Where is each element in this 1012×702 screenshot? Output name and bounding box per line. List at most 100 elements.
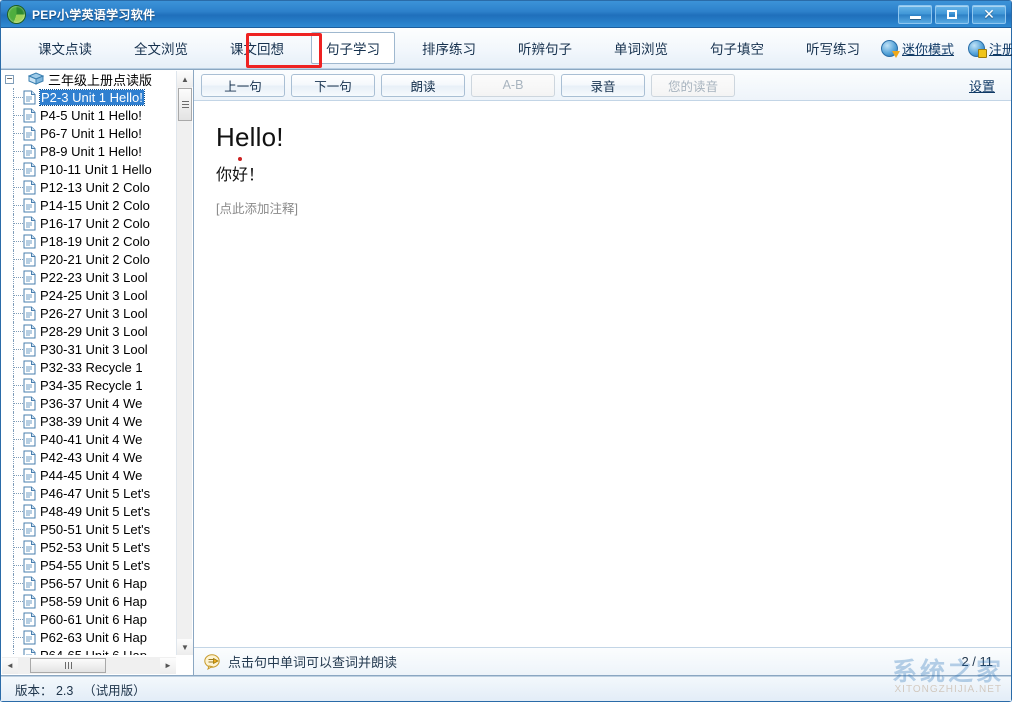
tree-item[interactable]: P8-9 Unit 1 Hello! xyxy=(1,142,176,160)
tree-item[interactable]: P14-15 Unit 2 Colo xyxy=(1,196,176,214)
tree-item[interactable]: P48-49 Unit 5 Let's xyxy=(1,502,176,520)
tree-item[interactable]: P6-7 Unit 1 Hello! xyxy=(1,124,176,142)
mini-mode-link[interactable]: 迷你模式 xyxy=(881,39,954,58)
app-logo-icon xyxy=(7,4,26,24)
tree-item[interactable]: P20-21 Unit 2 Colo xyxy=(1,250,176,268)
main-tab-bar: 课文点读 全文浏览 课文回想 句子学习 排序练习 听辨句子 单词浏览 句子填空 … xyxy=(1,28,1012,69)
tree-item-label: P14-15 Unit 2 Colo xyxy=(40,197,150,213)
tree-connector-line xyxy=(13,169,23,170)
tab-tingbianjuzi[interactable]: 听辨句子 xyxy=(503,32,587,64)
collapse-expander-icon[interactable]: − xyxy=(5,74,14,84)
sentence-english[interactable]: Hello! xyxy=(216,122,1011,153)
tab-quanwenliulan[interactable]: 全文浏览 xyxy=(119,32,203,64)
tree-item[interactable]: P2-3 Unit 1 Hello! xyxy=(1,88,176,106)
tree-connector-line xyxy=(13,133,23,134)
tree-item[interactable]: P10-11 Unit 1 Hello xyxy=(1,160,176,178)
tab-kewenhuixiang[interactable]: 课文回想 xyxy=(215,32,299,64)
settings-link[interactable]: 设置 xyxy=(969,76,995,95)
tree-item-label: P34-35 Recycle 1 xyxy=(40,377,143,393)
tree-item-list: P2-3 Unit 1 Hello! P4-5 Unit 1 Hello! P6-7… xyxy=(1,88,176,655)
tree-item[interactable]: P54-55 Unit 5 Let's xyxy=(1,556,176,574)
add-annotation-link[interactable]: [点此添加注释] xyxy=(216,198,1011,217)
tree-connector-line xyxy=(13,439,23,440)
tree-item[interactable]: P36-37 Unit 4 We xyxy=(1,394,176,412)
scroll-left-button[interactable]: ◄ xyxy=(2,657,18,674)
tree-item[interactable]: P18-19 Unit 2 Colo xyxy=(1,232,176,250)
application-window: PEP小学英语学习软件 ✕ 课文点读 全文浏览 课文回想 句子学习 排序练习 听… xyxy=(0,0,1012,702)
scroll-up-button[interactable]: ▲ xyxy=(177,71,193,87)
tree-item[interactable]: P52-53 Unit 5 Let's xyxy=(1,538,176,556)
vertical-scroll-thumb[interactable] xyxy=(178,88,192,121)
tab-juzixuexi[interactable]: 句子学习 xyxy=(311,32,395,64)
maximize-button[interactable] xyxy=(935,4,969,24)
tree-item[interactable]: P22-23 Unit 3 Lool xyxy=(1,268,176,286)
hint-text: 点击句中单词可以查词并朗读 xyxy=(228,655,398,670)
scroll-down-button[interactable]: ▼ xyxy=(177,639,193,655)
document-icon xyxy=(23,324,36,339)
globe-arrow-icon xyxy=(881,39,900,58)
tree-item[interactable]: P44-45 Unit 4 We xyxy=(1,466,176,484)
tree-item[interactable]: P46-47 Unit 5 Let's xyxy=(1,484,176,502)
read-aloud-button[interactable]: 朗读 xyxy=(381,73,465,97)
tree-item-label: P40-41 Unit 4 We xyxy=(40,431,143,447)
tree-item[interactable]: P28-29 Unit 3 Lool xyxy=(1,322,176,340)
tree-item[interactable]: P40-41 Unit 4 We xyxy=(1,430,176,448)
next-sentence-button[interactable]: 下一句 xyxy=(291,73,375,97)
tree-horizontal-scrollbar[interactable]: ◄ ► xyxy=(2,657,176,674)
previous-sentence-button[interactable]: 上一句 xyxy=(201,73,285,97)
document-icon xyxy=(23,234,36,249)
tree-connector-line xyxy=(13,421,23,422)
minimize-button[interactable] xyxy=(898,4,932,24)
tree-item[interactable]: P4-5 Unit 1 Hello! xyxy=(1,106,176,124)
tree-item[interactable]: P32-33 Recycle 1 xyxy=(1,358,176,376)
register-purchase-link[interactable]: 注册购买 xyxy=(968,39,1012,58)
tree-item-label: P22-23 Unit 3 Lool xyxy=(40,269,148,285)
tree-item[interactable]: P42-43 Unit 4 We xyxy=(1,448,176,466)
tree-item[interactable]: P62-63 Unit 6 Hap xyxy=(1,628,176,646)
lesson-tree[interactable]: − 三年级上册点读版 P2-3 Unit 1 Hello! P4-5 Unit 1… xyxy=(1,70,176,655)
tree-connector-line xyxy=(13,241,23,242)
document-icon xyxy=(23,648,36,655)
tab-danciliulan[interactable]: 单词浏览 xyxy=(599,32,683,64)
tree-item[interactable]: P60-61 Unit 6 Hap xyxy=(1,610,176,628)
tree-item[interactable]: P16-17 Unit 2 Colo xyxy=(1,214,176,232)
tree-item-label: P2-3 Unit 1 Hello! xyxy=(39,88,145,106)
tree-item-label: P24-25 Unit 3 Lool xyxy=(40,287,148,303)
tree-item[interactable]: P34-35 Recycle 1 xyxy=(1,376,176,394)
close-button[interactable]: ✕ xyxy=(972,4,1006,24)
tree-connector-line xyxy=(13,223,23,224)
tree-vertical-scrollbar[interactable]: ▲ ▼ xyxy=(176,71,193,655)
tree-item[interactable]: P12-13 Unit 2 Colo xyxy=(1,178,176,196)
tree-item[interactable]: P64-65 Unit 6 Hap xyxy=(1,646,176,655)
document-icon xyxy=(23,144,36,159)
tree-item-label: P28-29 Unit 3 Lool xyxy=(40,323,148,339)
tree-item[interactable]: P38-39 Unit 4 We xyxy=(1,412,176,430)
content-area: − 三年级上册点读版 P2-3 Unit 1 Hello! P4-5 Unit 1… xyxy=(1,69,1011,676)
close-icon: ✕ xyxy=(983,6,995,22)
document-icon xyxy=(23,288,36,303)
tree-item[interactable]: P30-31 Unit 3 Lool xyxy=(1,340,176,358)
playback-toolbar: 上一句 下一句 朗读 A-B 录音 您的读音 设置 xyxy=(194,70,1011,101)
document-icon xyxy=(23,558,36,573)
scroll-right-button[interactable]: ► xyxy=(160,657,176,674)
tree-item[interactable]: P56-57 Unit 6 Hap xyxy=(1,574,176,592)
tree-guide-line xyxy=(13,646,14,655)
tree-item[interactable]: P50-51 Unit 5 Let's xyxy=(1,520,176,538)
tree-connector-line xyxy=(13,511,23,512)
tab-kewendiandu[interactable]: 课文点读 xyxy=(23,32,107,64)
tab-paixulianxi[interactable]: 排序练习 xyxy=(407,32,491,64)
record-button[interactable]: 录音 xyxy=(561,73,645,97)
horizontal-scroll-thumb[interactable] xyxy=(30,658,106,673)
tab-jizitiankong[interactable]: 句子填空 xyxy=(695,32,779,64)
tree-connector-line xyxy=(13,457,23,458)
tree-connector-line xyxy=(13,619,23,620)
tree-connector-line xyxy=(13,115,23,116)
maximize-icon xyxy=(947,9,957,19)
tree-item[interactable]: P58-59 Unit 6 Hap xyxy=(1,592,176,610)
tree-connector-line xyxy=(13,205,23,206)
globe-key-icon xyxy=(968,39,988,58)
tab-tingxielianxi[interactable]: 听写练习 xyxy=(791,32,875,64)
tree-root-node[interactable]: − 三年级上册点读版 xyxy=(1,70,176,88)
tree-item[interactable]: P24-25 Unit 3 Lool xyxy=(1,286,176,304)
tree-item[interactable]: P26-27 Unit 3 Lool xyxy=(1,304,176,322)
